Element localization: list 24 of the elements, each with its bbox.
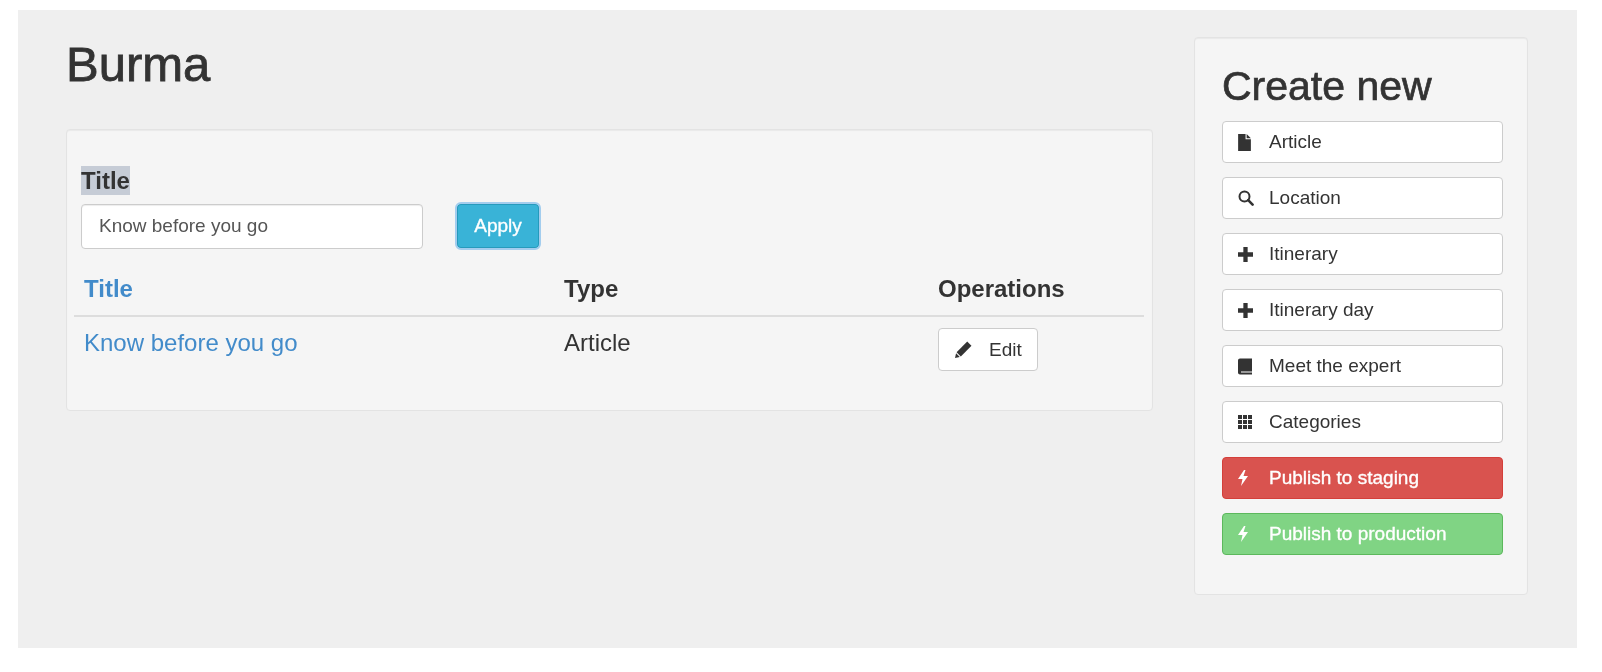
- pencil-icon: [955, 341, 972, 358]
- book-icon: [1238, 357, 1252, 375]
- title-input[interactable]: Know before you go: [81, 203, 423, 249]
- plus-icon: [1238, 246, 1253, 262]
- create-button[interactable]: Itinerary day: [1222, 289, 1503, 331]
- column-header: Type: [564, 275, 619, 302]
- page-title: Burma: [66, 40, 211, 88]
- sidebar-heading: Create new: [1222, 66, 1432, 107]
- table-cell: Article: [564, 329, 631, 356]
- create-button[interactable]: Location: [1222, 177, 1503, 219]
- grid-icon: [1238, 415, 1252, 429]
- search-icon: [1238, 190, 1254, 206]
- plus-icon: [1238, 302, 1253, 318]
- column-header: Operations: [938, 275, 1065, 302]
- create-button[interactable]: Article: [1222, 121, 1503, 163]
- publish-button[interactable]: Publish to staging: [1222, 457, 1503, 499]
- create-button[interactable]: Meet the expert: [1222, 345, 1503, 387]
- file-icon: [1238, 133, 1251, 151]
- edit-button[interactable]: Edit: [938, 328, 1038, 371]
- lightning-icon: [1238, 526, 1248, 542]
- lightning-icon: [1238, 470, 1248, 486]
- field-label: Title: [81, 166, 130, 195]
- create-button[interactable]: Categories: [1222, 401, 1503, 443]
- create-button[interactable]: Itinerary: [1222, 233, 1503, 275]
